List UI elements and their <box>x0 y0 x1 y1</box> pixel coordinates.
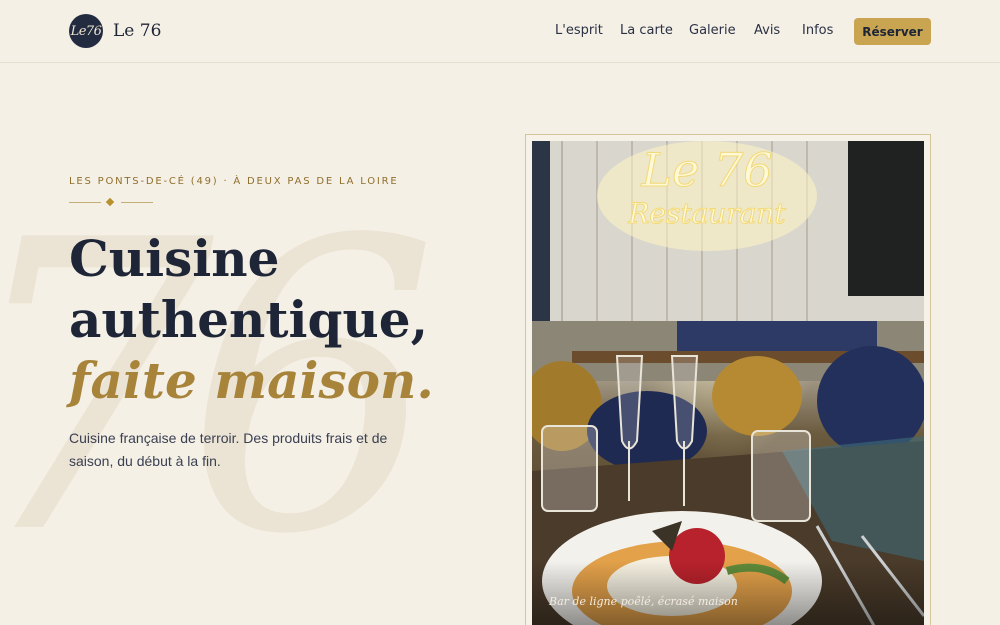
ornament-divider <box>69 197 153 208</box>
diamond-icon <box>105 197 115 207</box>
photo-caption: Bar de ligne poêlé, écrasé maison <box>549 595 738 608</box>
headline-line-1: Cuisine <box>69 229 280 288</box>
hero-headline: Cuisine authentique, faite maison. <box>69 228 434 411</box>
chalkboard <box>848 141 924 296</box>
neon-sign-restaurant: Restaurant <box>627 197 786 230</box>
nav-link-avis[interactable]: Avis <box>754 23 780 38</box>
divider-line-left <box>69 202 101 203</box>
hero-lead: Cuisine française de terroir. Des produi… <box>69 430 388 469</box>
headline-line-2: authentique, <box>69 290 428 349</box>
nav-link-esprit[interactable]: L'esprit <box>555 23 603 38</box>
reserve-button[interactable]: Réserver <box>854 18 931 45</box>
photo-illustration: Le 76 Restaurant <box>532 141 924 625</box>
main-menu: L'esprit La carte Galerie Avis Infos <box>0 23 1000 43</box>
nav-link-infos[interactable]: Infos <box>802 23 833 38</box>
divider-line-right <box>121 202 153 203</box>
hero-eyebrow: LES PONTS-DE-CÉ (49) · À DEUX PAS DE LA … <box>69 176 399 187</box>
nav-link-carte[interactable]: La carte <box>620 23 673 38</box>
top-nav: Le76 Le 76 L'esprit La carte Galerie Avi… <box>0 0 1000 63</box>
headline-accent: faite maison. <box>69 351 434 410</box>
neon-sign: Le 76 <box>641 143 773 197</box>
nav-link-galerie[interactable]: Galerie <box>689 23 736 38</box>
caption-shade <box>532 561 924 625</box>
restaurant-photo: Le 76 Restaurant <box>532 141 924 625</box>
mustard-chair-2 <box>712 356 802 436</box>
left-pillar <box>532 141 550 321</box>
